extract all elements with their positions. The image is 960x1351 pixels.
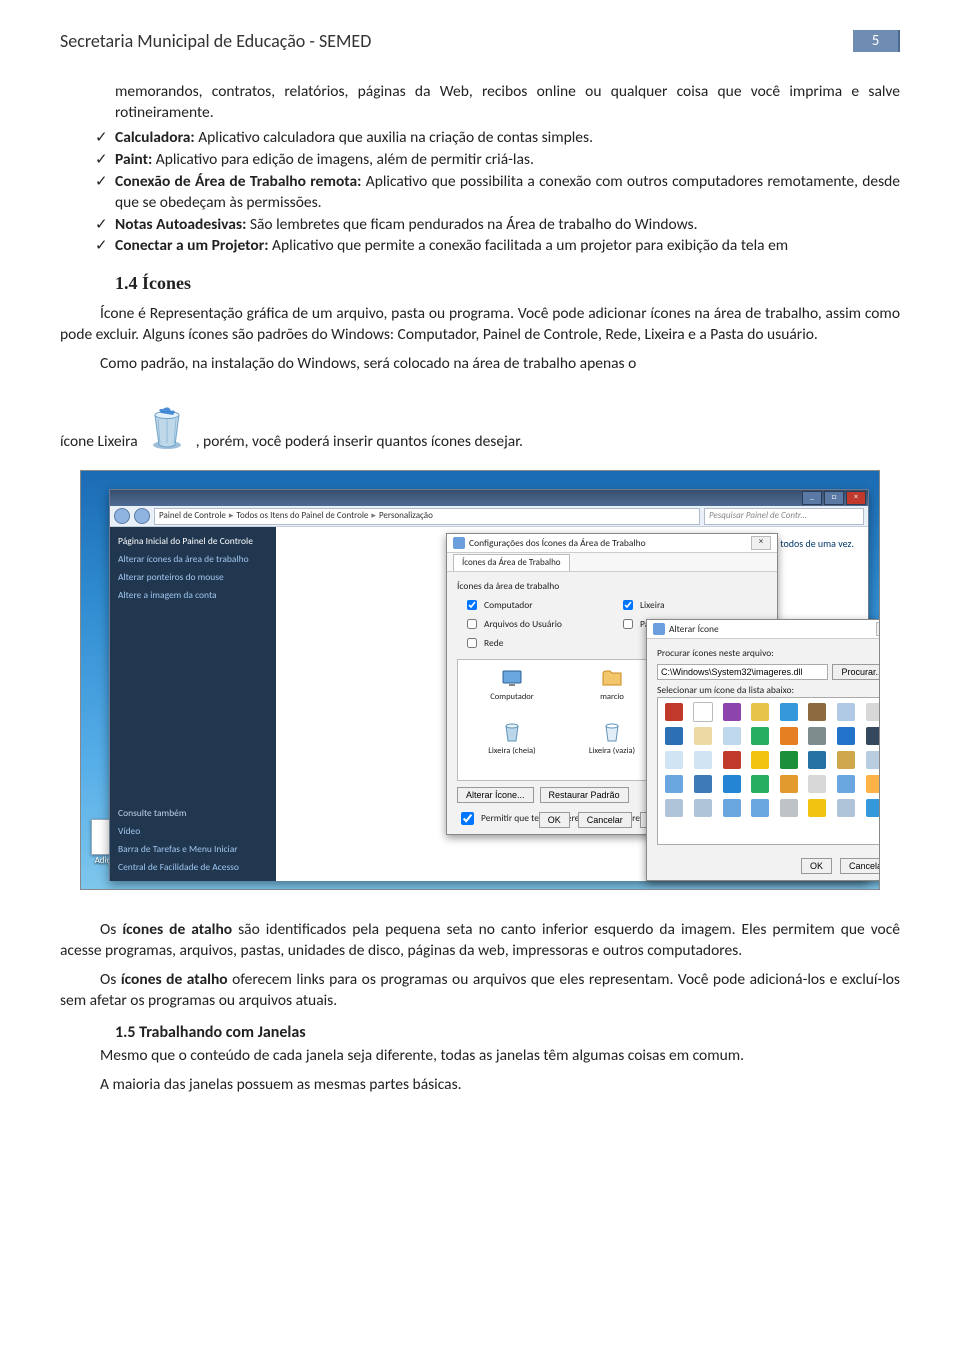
checkbox-arquivos[interactable]: Arquivos do Usuário: [463, 616, 611, 632]
intro-continuation: memorandos, contratos, relatórios, págin…: [115, 82, 900, 124]
tab[interactable]: Ícones da Área de Trabalho: [453, 554, 570, 571]
ok-button[interactable]: OK: [539, 812, 570, 828]
close-button[interactable]: ×: [846, 491, 866, 505]
breadcrumb[interactable]: Painel de Controle▸ Todos os Itens do Pa…: [154, 508, 700, 525]
close-button[interactable]: ×: [876, 622, 880, 636]
sidebar-link[interactable]: Altere a imagem da conta: [118, 589, 268, 602]
para-janelas-2: A maioria das janelas possuem as mesmas …: [60, 1075, 900, 1096]
sidebar-link[interactable]: Alterar ícones da área de trabalho: [118, 553, 268, 566]
sidebar-link[interactable]: Alterar ponteiros do mouse: [118, 571, 268, 584]
dialog-icon: [453, 537, 465, 549]
item-conexao-remota: Conexão de Área de Trabalho remota: Apli…: [115, 172, 900, 214]
control-panel-window: _ □ × Painel de Controle▸ Todos os Itens…: [109, 489, 869, 881]
recycle-bin-icon: [146, 404, 188, 452]
para-icones-def: Ícone é Representação gráfica de um arqu…: [60, 304, 900, 346]
checkbox-rede[interactable]: Rede: [463, 635, 611, 651]
item-paint: Paint: Aplicativo para edição de imagens…: [115, 150, 900, 171]
close-button[interactable]: ×: [751, 536, 771, 550]
item-calculadora: Calculadora: Aplicativo calculadora que …: [115, 128, 900, 149]
icon-list[interactable]: [657, 697, 880, 845]
nav-forward-icon[interactable]: [134, 508, 150, 524]
group-label: Ícones da área de trabalho: [457, 580, 767, 593]
item-notas: Notas Autoadesivas: São lembretes que fi…: [115, 215, 900, 236]
checkbox-computador[interactable]: Computador: [463, 597, 611, 613]
para-padrao: Como padrão, na instalação do Windows, s…: [60, 354, 900, 375]
check-icon: ✓: [95, 172, 115, 214]
change-icon-button[interactable]: Alterar Ícone...: [457, 787, 534, 803]
cancel-button[interactable]: Cancelar: [840, 858, 880, 874]
lixeira-text-pre: ícone Lixeira: [60, 432, 138, 453]
lixeira-text-post: , porém, você poderá inserir quantos íco…: [196, 432, 523, 453]
sidebar-link[interactable]: Vídeo: [118, 825, 268, 838]
sidebar-link[interactable]: Barra de Tarefas e Menu Iniciar: [118, 843, 268, 856]
check-icon: ✓: [95, 150, 115, 171]
restore-default-button[interactable]: Restaurar Padrão: [540, 787, 629, 803]
label: Procurar ícones neste arquivo:: [657, 647, 880, 660]
heading-1-5: 1.5 Trabalhando com Janelas: [115, 1022, 900, 1044]
checkbox-lixeira[interactable]: Lixeira: [619, 597, 767, 613]
cancel-button[interactable]: Cancelar: [578, 812, 632, 828]
label: Selecionar um ícone da lista abaixo:: [657, 684, 880, 697]
sidebar-link[interactable]: Central de Facilidade de Acesso: [118, 861, 268, 874]
check-icon: ✓: [95, 236, 115, 257]
search-input[interactable]: Pesquisar Painel de Contr...: [704, 508, 864, 525]
ok-button[interactable]: OK: [801, 858, 832, 874]
control-panel-sidebar: Página Inicial do Painel de Controle Alt…: [110, 527, 276, 881]
icon-path-input[interactable]: [657, 664, 828, 680]
browse-button[interactable]: Procurar...: [832, 664, 880, 680]
doc-header: Secretaria Municipal de Educação - SEMED: [60, 30, 853, 52]
item-projetor: Conectar a um Projetor: Aplicativo que p…: [115, 236, 900, 257]
para-janelas-1: Mesmo que o conteúdo de cada janela seja…: [60, 1046, 900, 1067]
maximize-button[interactable]: □: [824, 491, 844, 505]
change-icon-dialog: Alterar Ícone × Procurar ícones neste arq…: [646, 619, 880, 881]
dialog-icon: [653, 623, 665, 635]
sidebar-title: Página Inicial do Painel de Controle: [118, 535, 268, 548]
page-number: 5: [853, 30, 900, 52]
nav-back-icon[interactable]: [114, 508, 130, 524]
check-icon: ✓: [95, 128, 115, 149]
dialog-title: Configurações dos Ícones da Área de Trab…: [469, 537, 646, 550]
check-icon: ✓: [95, 215, 115, 236]
sidebar-subtitle: Consulte também: [118, 807, 268, 820]
dialog-title: Alterar Ícone: [669, 623, 719, 636]
minimize-button[interactable]: _: [802, 491, 822, 505]
heading-1-4: 1.4 Ícones: [115, 271, 900, 295]
windows-screenshot: Adição Alterando os ícones da área... _ …: [80, 470, 880, 890]
para-atalho-1: Os ícones de atalho são identificados pe…: [60, 920, 900, 962]
para-atalho-2: Os ícones de atalho oferecem links para …: [60, 970, 900, 1012]
